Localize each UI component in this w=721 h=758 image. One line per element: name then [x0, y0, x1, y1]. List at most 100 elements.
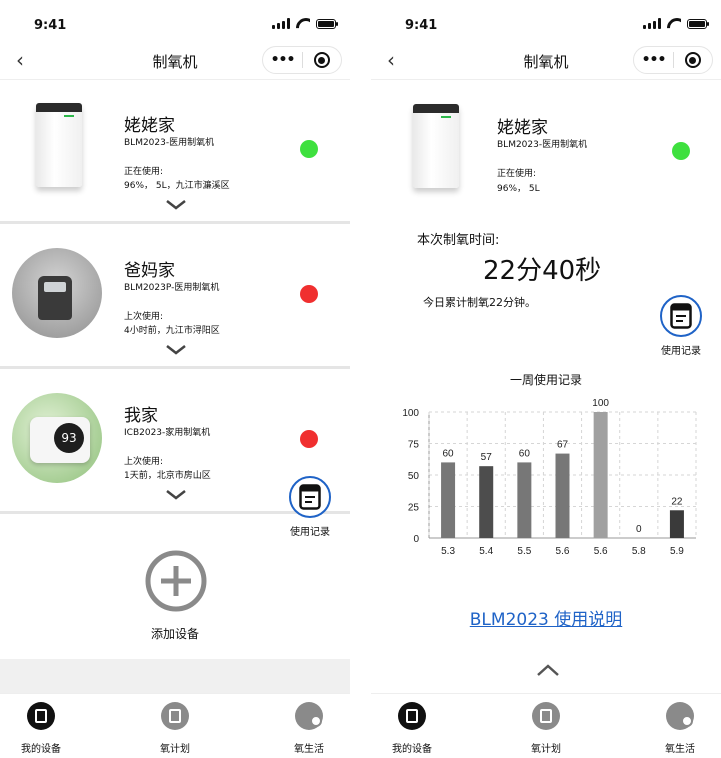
device-name: 姥姥家	[124, 116, 175, 136]
device-card-parents[interactable]: 爸妈家 BLM2023P-医用制氧机 上次使用: 4小时前，九江市浔阳区	[0, 226, 350, 369]
device-image	[12, 248, 102, 338]
device-model: ICB2023-家用制氧机	[124, 428, 211, 438]
y-tick-label: 50	[408, 471, 420, 482]
data-label: 57	[481, 452, 493, 463]
tab-oxygen-plan[interactable]: 氧计划	[511, 702, 581, 755]
record-label: 使用记录	[661, 346, 701, 357]
device-model: BLM2023-医用制氧机	[497, 140, 588, 150]
record-icon	[289, 476, 331, 518]
mini-program-capsule: •••	[633, 46, 713, 74]
y-tick-label: 100	[402, 408, 419, 419]
tab-my-devices[interactable]: 我的设备	[377, 702, 447, 755]
x-tick-label: 5.5	[517, 546, 531, 557]
chevron-down-icon[interactable]	[166, 200, 186, 210]
chevron-down-icon[interactable]	[166, 490, 186, 500]
session-time-value: 22分40秒	[483, 256, 602, 286]
add-device-label: 添加设备	[150, 627, 199, 641]
today-total-text: 今日累计制氧22分钟。	[423, 296, 536, 309]
usage-info: 4小时前，九江市浔阳区	[124, 326, 220, 336]
signal-icon	[272, 18, 290, 29]
status-bar: 9:41	[0, 0, 350, 40]
wifi-icon	[296, 18, 310, 29]
data-label: 60	[519, 448, 531, 459]
bar	[441, 462, 456, 538]
session-time-label: 本次制氧时间:	[417, 233, 500, 248]
tab-bar: 我的设备 氧计划 氧生活	[371, 693, 721, 758]
device-image: 93	[12, 393, 102, 483]
battery-icon	[316, 18, 338, 29]
y-tick-label: 75	[408, 440, 420, 451]
bar	[517, 462, 532, 538]
status-time: 9:41	[34, 18, 67, 33]
data-label: 22	[671, 496, 683, 507]
tab-oxygen-life[interactable]: 氧生活	[274, 702, 344, 755]
bar	[555, 453, 570, 538]
usage-info: 96%， 5L，九江市濂溪区	[124, 181, 230, 191]
chart-title: 一周使用记录	[509, 373, 582, 387]
status-bar: 9:41	[371, 0, 721, 40]
nav-bar: ‹ 制氧机 •••	[371, 40, 721, 80]
device-model: BLM2023-医用制氧机	[124, 138, 215, 148]
status-dot	[672, 142, 690, 160]
manual-link[interactable]: BLM2023 使用说明	[371, 605, 721, 630]
status-dot	[300, 430, 318, 448]
data-label: 100	[592, 398, 609, 409]
record-label: 使用记录	[290, 527, 330, 538]
y-tick-label: 25	[408, 503, 420, 514]
usage-label: 正在使用:	[497, 169, 537, 179]
record-icon	[660, 295, 702, 337]
tab-bar: 我的设备 氧计划 氧生活	[0, 693, 350, 758]
data-label: 67	[557, 440, 569, 451]
x-tick-label: 5.6	[556, 546, 570, 557]
device-image	[389, 104, 479, 194]
usage-record-button[interactable]: 使用记录	[280, 476, 340, 542]
x-tick-label: 5.4	[479, 546, 493, 557]
signal-icon	[643, 18, 661, 29]
device-name: 姥姥家	[497, 118, 548, 138]
device-list-screen: 9:41 ‹ 制氧机 ••• 姥姥家 BLM2023-医用制氧机 正在使用: 9…	[0, 0, 350, 758]
more-icon[interactable]: •••	[263, 52, 302, 68]
usage-info: 96%， 5L	[497, 184, 540, 194]
x-tick-label: 5.9	[670, 546, 684, 557]
close-program-icon[interactable]	[303, 52, 341, 68]
life-icon	[666, 702, 694, 730]
device-screen-reading: 93	[54, 423, 84, 453]
mini-program-capsule: •••	[262, 46, 342, 74]
status-time: 9:41	[405, 18, 438, 33]
plan-icon	[532, 702, 560, 730]
device-icon	[398, 702, 426, 730]
status-dot	[300, 140, 318, 158]
weekly-usage-chart: 0 25 50 75 100 60 5.3 57 5.4 60 5.5 67 5.6 100 5.6 0 5.8…	[402, 398, 697, 557]
bar	[593, 412, 608, 538]
usage-label: 上次使用:	[124, 457, 164, 467]
usage-info: 1天前，北京市房山区	[124, 471, 211, 481]
plan-icon	[161, 702, 189, 730]
tab-my-devices[interactable]: 我的设备	[6, 702, 76, 755]
y-tick-label: 0	[413, 534, 419, 545]
data-label: 0	[636, 524, 642, 535]
more-icon[interactable]: •••	[634, 52, 673, 68]
device-icon	[27, 702, 55, 730]
battery-icon	[687, 18, 709, 29]
close-program-icon[interactable]	[674, 52, 712, 68]
device-detail-screen: 9:41 ‹ 制氧机 ••• 姥姥家 BLM2023-医用制氧机 正在使用: 9…	[371, 0, 721, 758]
tab-oxygen-life[interactable]: 氧生活	[645, 702, 715, 755]
device-model: BLM2023P-医用制氧机	[124, 283, 220, 293]
device-image	[12, 103, 102, 193]
nav-bar: ‹ 制氧机 •••	[0, 40, 350, 80]
bar	[669, 510, 684, 538]
x-tick-label: 5.6	[594, 546, 608, 557]
bar	[479, 466, 494, 538]
data-label: 60	[443, 448, 455, 459]
chevron-down-icon[interactable]	[166, 345, 186, 355]
wifi-icon	[667, 18, 681, 29]
x-tick-label: 5.3	[441, 546, 455, 557]
device-name: 爸妈家	[124, 261, 175, 281]
device-card-grandma[interactable]: 姥姥家 BLM2023-医用制氧机 正在使用: 96%， 5L，九江市濂溪区	[0, 81, 350, 224]
device-name: 我家	[124, 406, 158, 426]
chevron-up-icon[interactable]	[536, 664, 560, 676]
usage-record-button[interactable]: 使用记录	[651, 295, 711, 361]
status-dot	[300, 285, 318, 303]
tab-oxygen-plan[interactable]: 氧计划	[140, 702, 210, 755]
usage-label: 上次使用:	[124, 312, 164, 322]
